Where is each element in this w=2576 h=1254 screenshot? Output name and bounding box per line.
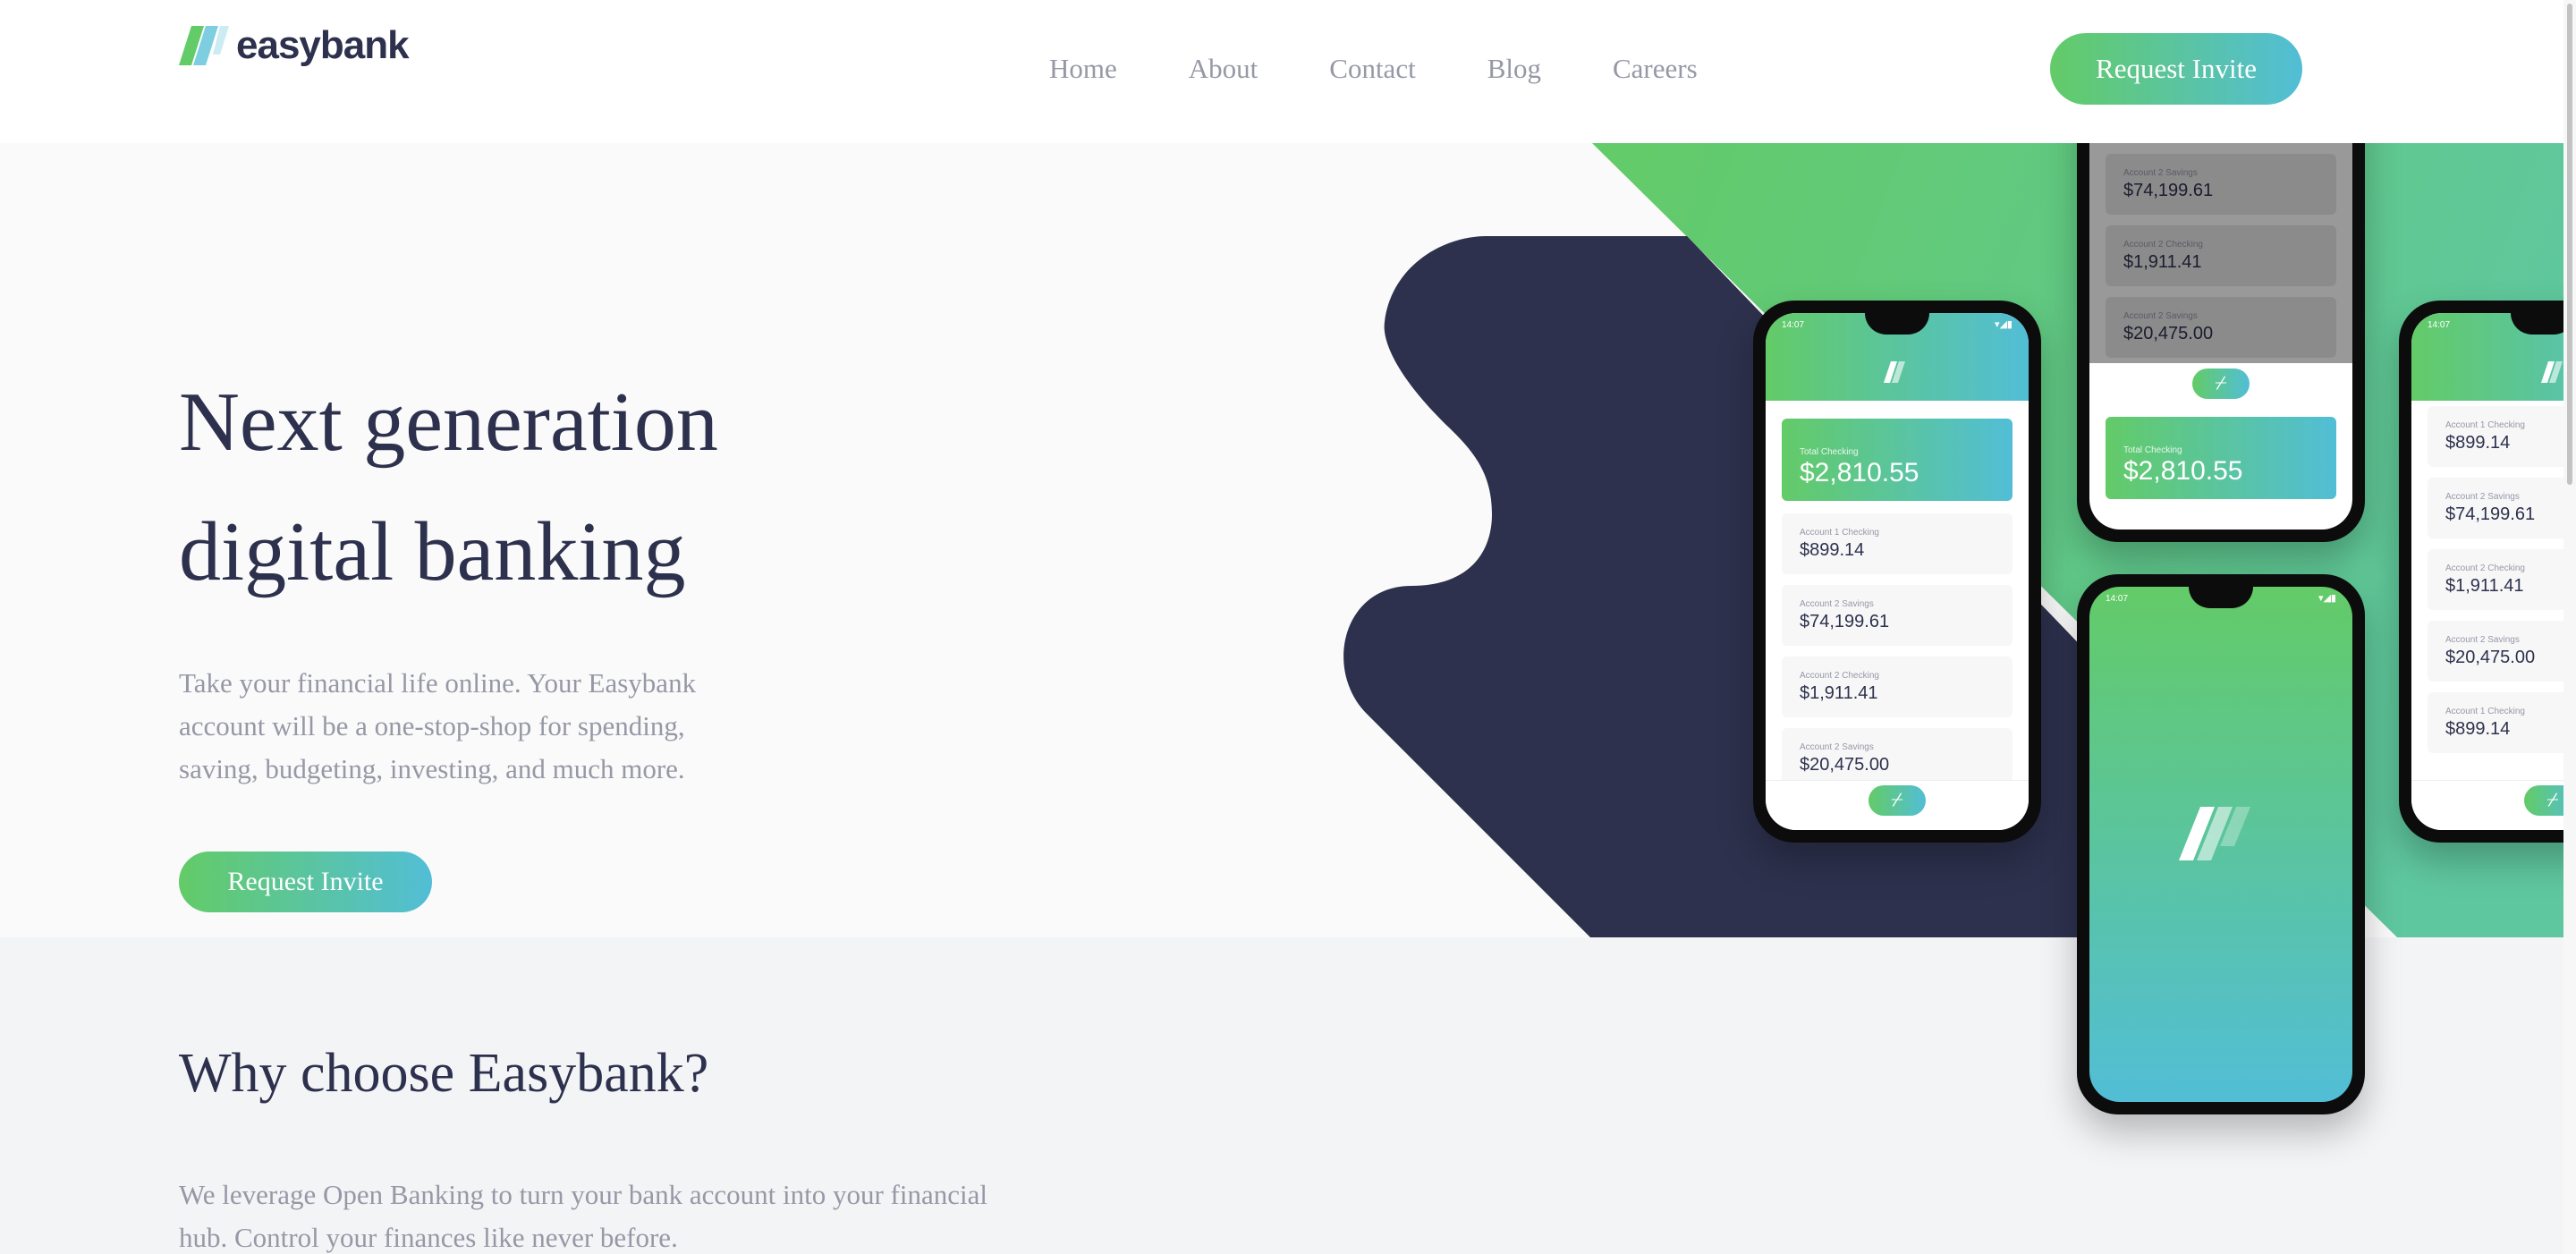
nav-link-blog[interactable]: Blog [1487, 50, 1541, 88]
easybank-logo[interactable]: easybank [179, 23, 410, 67]
account-card: Account 1 Checking $899.14 [1782, 513, 2012, 574]
account-card: Account 2 Savings $74,199.61 [1782, 585, 2012, 646]
account-card: Account 1 Checking $899.14 [2428, 406, 2576, 467]
account-label: Account 2 Savings [1800, 599, 1874, 609]
account-label: Account 1 Checking [1800, 528, 1879, 538]
status-time: 14:07 [1782, 320, 1805, 330]
main-nav: Home About Contact Blog Careers [1049, 50, 1769, 88]
site-header: easybank Home About Contact Blog Careers… [0, 0, 2576, 143]
account-card: Account 2 Checking $1,911.41 [2428, 549, 2576, 610]
why-section-title: Why choose Easybank? [179, 1043, 709, 1104]
account-label: Account 2 Savings [2445, 492, 2520, 502]
account-amount: $20,475.00 [1800, 755, 1890, 775]
account-amount: $1,911.41 [2445, 576, 2524, 596]
hero-title: Next generation digital banking [179, 358, 859, 617]
logo-stripes-icon [179, 26, 229, 65]
hero-description: Take your financial life online. Your Ea… [179, 667, 697, 784]
account-label: Account 2 Checking [2445, 563, 2525, 573]
phone-notch [2189, 587, 2253, 608]
status-icons: ▾◢▮ [1994, 318, 2012, 330]
total-checking-label: Total Checking [2123, 445, 2182, 455]
status-time: 14:07 [2428, 320, 2451, 330]
phone-screen: 14:07 ▾◢▮ Total Checking $2,810.55 Accou… [1766, 313, 2029, 830]
account-amount: $20,475.00 [2445, 648, 2536, 667]
account-amount: $74,199.61 [1800, 612, 1890, 631]
logo-wordmark: easybank [236, 23, 410, 67]
account-label: Account 1 Checking [2445, 707, 2525, 716]
phone-mockup-accounts-right: 14:07 Account 1 Checking $899.14 Account … [2399, 301, 2576, 843]
page-scrollbar[interactable] [2563, 0, 2576, 1254]
account-label: Account 1 Checking [2445, 420, 2525, 430]
scrollbar-thumb[interactable] [2567, 4, 2572, 485]
total-checking-card: Total Checking $2,810.55 [1782, 419, 2012, 501]
account-amount: $1,911.41 [1800, 683, 1878, 703]
mini-logo-icon [1884, 361, 1905, 383]
total-checking-amount: $2,810.55 [2123, 456, 2243, 486]
account-amount: $899.14 [1800, 540, 1865, 560]
plus-slash-icon: ⌿ [1868, 785, 1926, 816]
hero-request-invite-button[interactable]: Request Invite [179, 852, 432, 912]
total-checking-amount: $2,810.55 [1800, 458, 1919, 487]
splash-logo-icon [2179, 807, 2250, 860]
account-amount: $899.14 [2445, 719, 2511, 739]
account-label: Account 2 Savings [1800, 742, 1874, 752]
hero-title-line-2: digital banking [179, 505, 686, 598]
account-card: Account 2 Savings $74,199.61 [2428, 478, 2576, 538]
account-amount: $899.14 [2445, 433, 2511, 453]
account-card: Account 2 Savings $20,475.00 [2428, 621, 2576, 682]
account-card: Account 1 Checking $899.14 [2428, 692, 2576, 753]
account-card: Account 2 Checking $1,911.41 [1782, 657, 2012, 717]
plus-slash-icon: ⌿ [2192, 369, 2250, 399]
account-amount: $74,199.61 [2445, 504, 2536, 524]
nav-link-home[interactable]: Home [1049, 50, 1117, 88]
total-checking-label: Total Checking [1800, 447, 1859, 457]
nav-link-about[interactable]: About [1189, 50, 1258, 88]
total-checking-card: Total Checking $2,810.55 [2106, 417, 2336, 499]
request-invite-button[interactable]: Request Invite [2050, 33, 2302, 105]
account-label: Account 2 Savings [2445, 635, 2520, 645]
status-icons: ▾◢▮ [2318, 592, 2336, 604]
phone-mockup-accounts: 14:07 ▾◢▮ Total Checking $2,810.55 Accou… [1753, 301, 2041, 843]
phone-screen: 14:07 Account 1 Checking $899.14 Account … [2411, 313, 2576, 830]
nav-link-careers[interactable]: Careers [1613, 50, 1698, 88]
status-time: 14:07 [2106, 594, 2129, 604]
phone-mockup-splash: 14:07 ▾◢▮ [2077, 574, 2365, 1114]
nav-link-contact[interactable]: Contact [1329, 50, 1415, 88]
phone-screen: 14:07 ▾◢▮ [2089, 587, 2352, 1102]
account-label: Account 2 Checking [1800, 671, 1879, 681]
hero-title-line-1: Next generation [179, 376, 718, 469]
why-section-description: We leverage Open Banking to turn your ba… [179, 1179, 987, 1253]
